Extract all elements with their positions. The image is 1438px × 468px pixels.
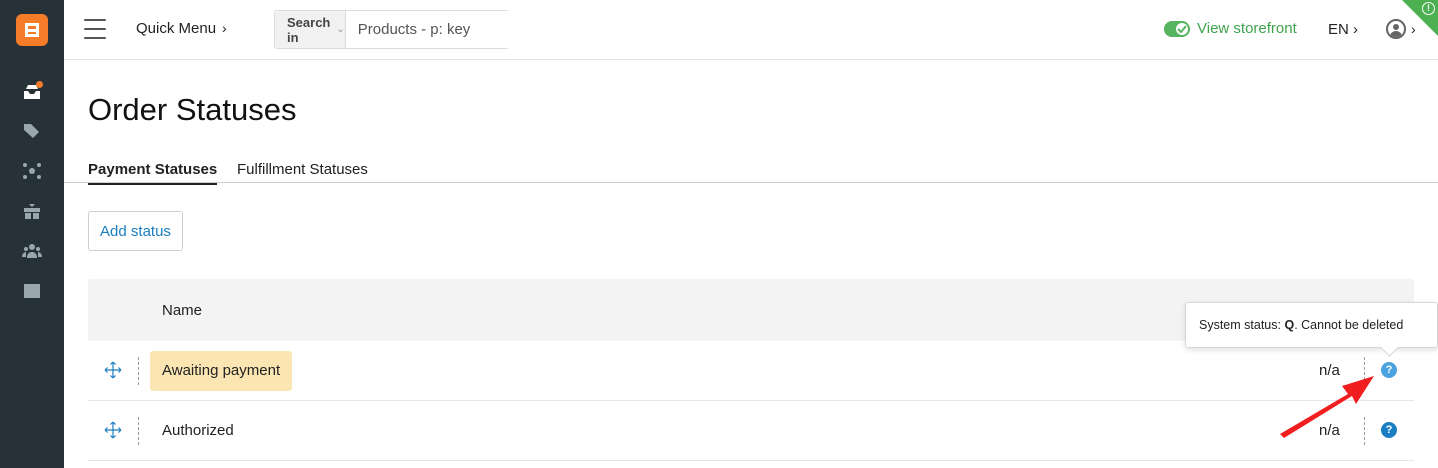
gift-icon[interactable] xyxy=(20,199,44,223)
alert-icon[interactable]: ! xyxy=(1422,2,1435,15)
drag-handle-icon[interactable] xyxy=(104,421,122,439)
hamburger-menu-icon[interactable] xyxy=(84,19,106,39)
search-input[interactable] xyxy=(345,11,557,48)
help-icon[interactable]: ? xyxy=(1381,422,1397,438)
quick-menu[interactable]: Quick Menu › xyxy=(136,20,227,37)
orders-icon[interactable] xyxy=(20,80,44,104)
language-label: EN xyxy=(1328,21,1349,38)
tooltip-code: Q xyxy=(1284,318,1295,332)
tooltip-prefix: System status: xyxy=(1199,318,1285,332)
search-in-dropdown[interactable]: Search in ⌄ xyxy=(275,11,346,48)
logo[interactable] xyxy=(16,14,48,46)
tab-bar: Payment Statuses Fulfillment Statuses xyxy=(64,158,1438,185)
tags-icon[interactable] xyxy=(20,119,44,143)
view-storefront-link[interactable]: View storefront xyxy=(1164,20,1297,37)
status-name[interactable]: Awaiting payment xyxy=(150,351,293,391)
row-divider xyxy=(138,357,139,385)
add-status-button[interactable]: Add status xyxy=(88,211,183,251)
network-icon[interactable] xyxy=(20,159,44,183)
table-row: Awaiting payment n/a ? xyxy=(88,341,1414,401)
users-icon[interactable] xyxy=(20,239,44,263)
status-name[interactable]: Authorized xyxy=(150,411,246,451)
column-name-header: Name xyxy=(162,302,203,319)
top-header: Quick Menu › Search in ⌄ View storefront E… xyxy=(64,0,1438,60)
drag-handle-icon[interactable] xyxy=(104,361,122,379)
help-icon[interactable]: ? xyxy=(1381,362,1397,378)
storefront-toggle[interactable] xyxy=(1164,20,1190,37)
chevron-right-icon: › xyxy=(222,20,227,36)
newspaper-icon[interactable] xyxy=(20,279,44,303)
tab-payment-statuses[interactable]: Payment Statuses xyxy=(88,161,218,185)
annotation-arrow-icon xyxy=(1280,376,1374,438)
system-status-tooltip: System status: Q. Cannot be deleted xyxy=(1185,302,1438,348)
notification-dot xyxy=(36,81,43,88)
page-title: Order Statuses xyxy=(88,92,297,127)
table-row: Authorized n/a ? xyxy=(88,401,1414,461)
sidebar xyxy=(0,0,64,468)
language-selector[interactable]: EN › xyxy=(1328,21,1358,38)
chevron-down-icon: ⌄ xyxy=(336,24,345,35)
quick-menu-label: Quick Menu xyxy=(136,20,217,37)
storefront-label: View storefront xyxy=(1197,20,1297,37)
search-in-label: Search in xyxy=(287,14,331,45)
row-divider xyxy=(138,417,139,445)
search-bar: Search in ⌄ xyxy=(274,10,557,49)
tooltip-suffix: . Cannot be deleted xyxy=(1294,318,1404,332)
check-icon xyxy=(1177,24,1187,33)
store-logo-icon xyxy=(25,23,39,37)
chevron-right-icon: › xyxy=(1353,21,1359,38)
tab-fulfillment-statuses[interactable]: Fulfillment Statuses xyxy=(237,161,368,183)
